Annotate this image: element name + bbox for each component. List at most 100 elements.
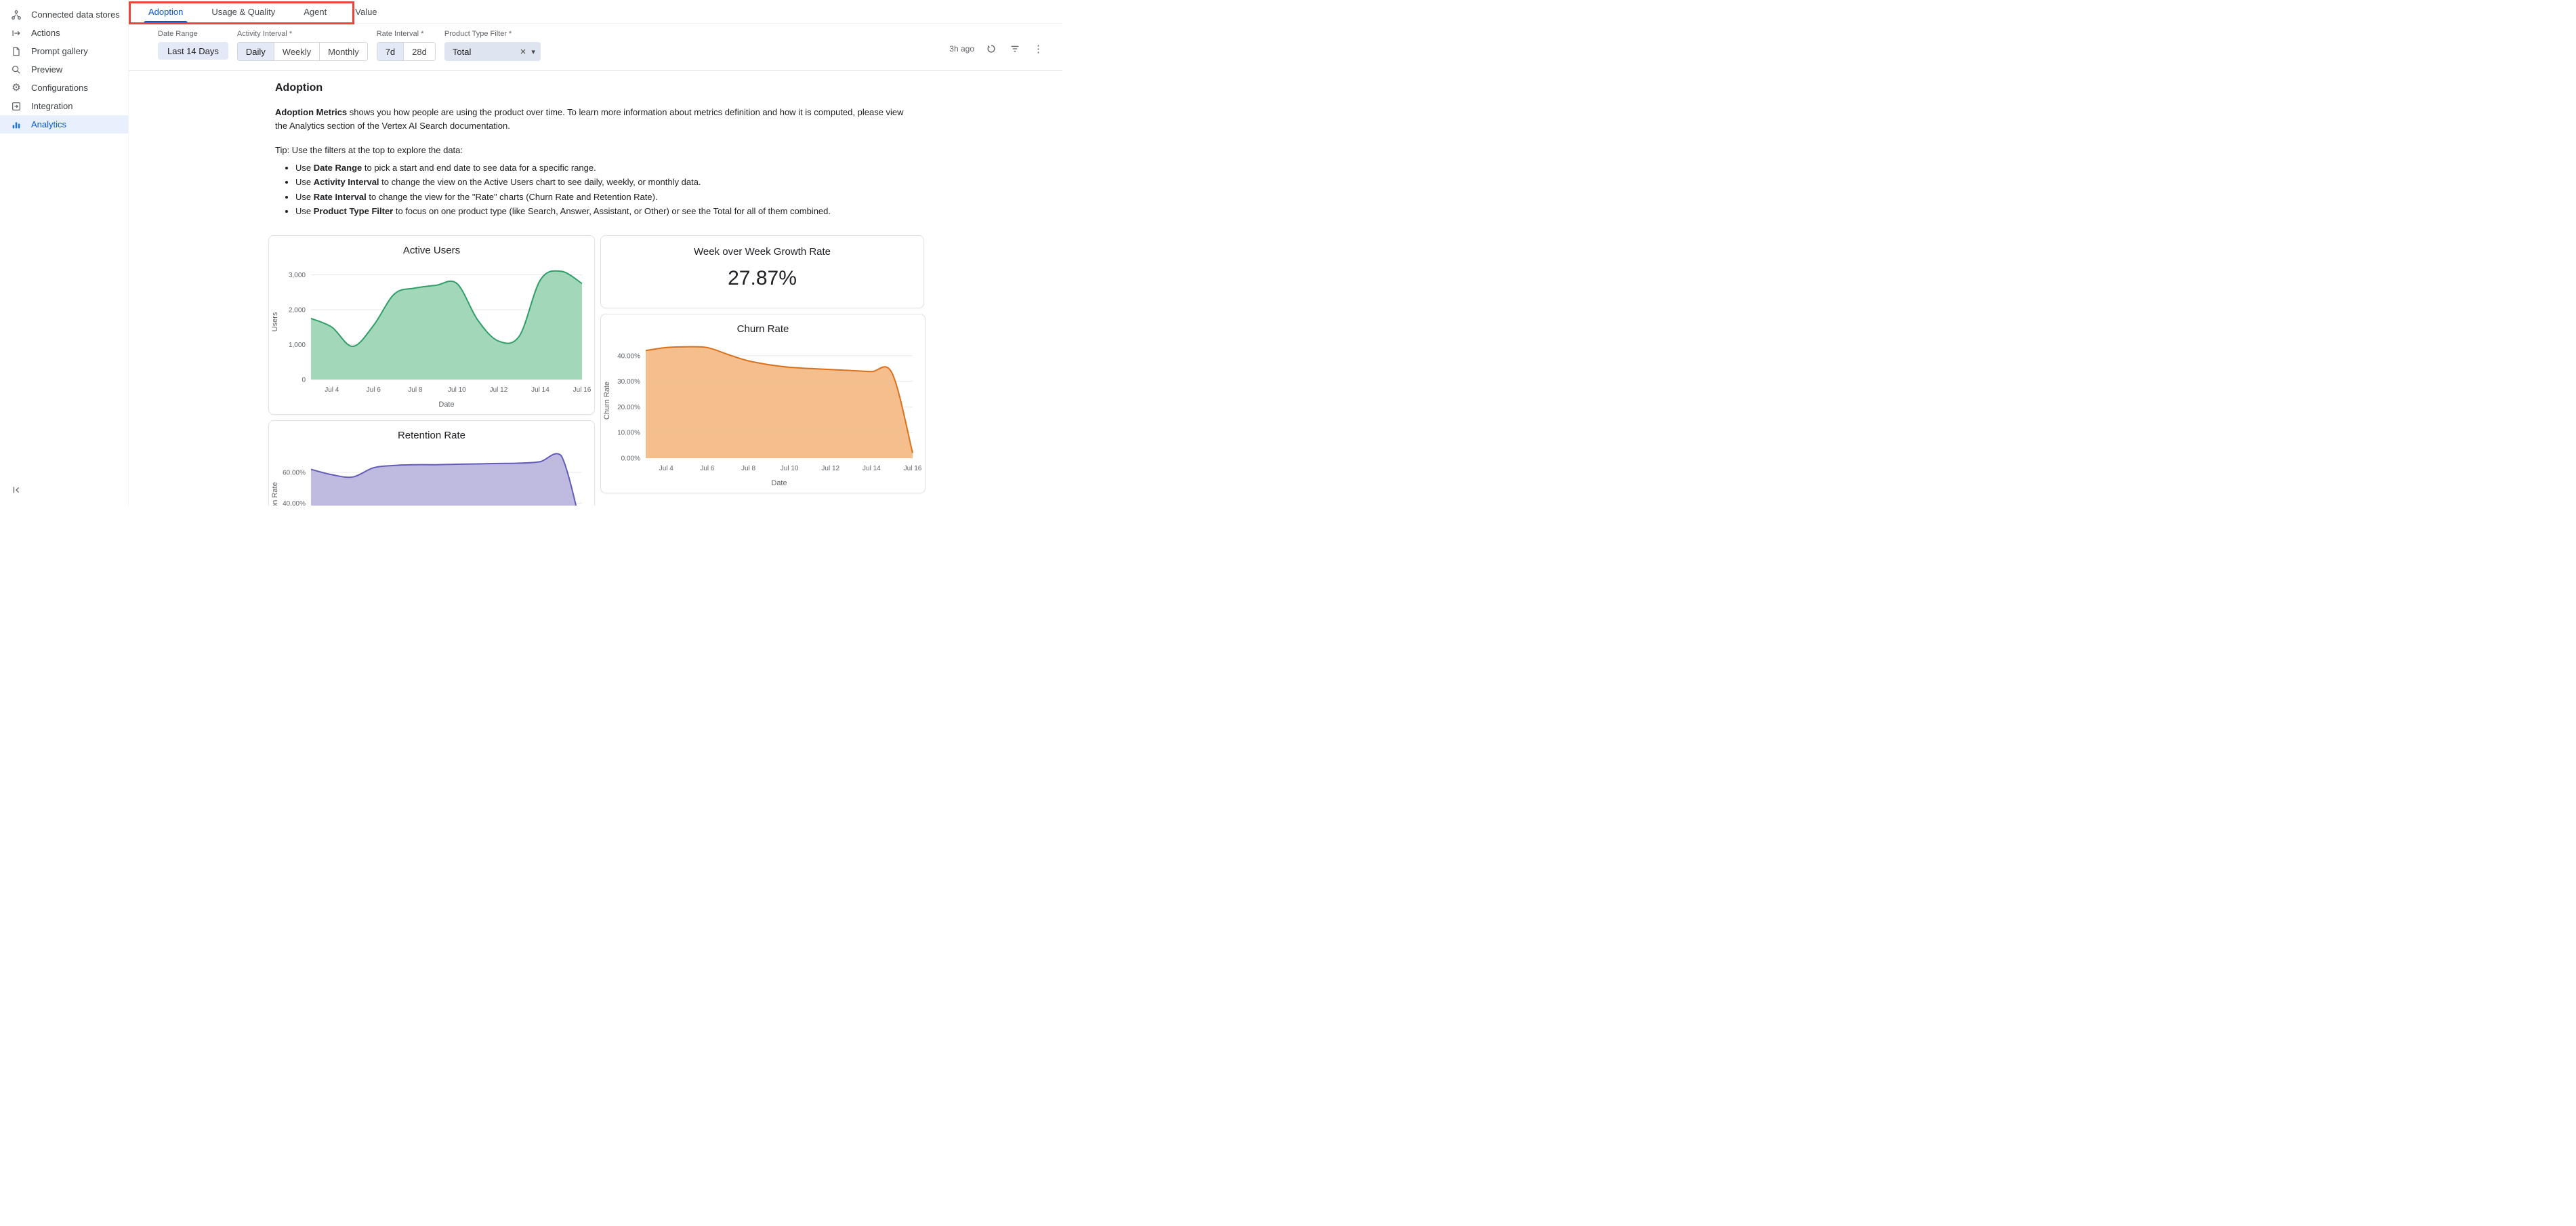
tab-adoption[interactable]: Adoption xyxy=(134,0,197,23)
svg-text:2,000: 2,000 xyxy=(289,307,306,314)
svg-text:Date: Date xyxy=(438,401,454,409)
sidebar-item-integration[interactable]: Integration xyxy=(0,97,128,115)
rate-interval-7d-button[interactable]: 7d xyxy=(377,43,403,60)
svg-text:Jul 8: Jul 8 xyxy=(408,386,423,394)
product-type-filter-value: Total xyxy=(453,47,515,57)
retention-rate-card: Retention Rate 0.00%20.00%40.00%60.00%Ju… xyxy=(268,420,595,506)
filter-button[interactable] xyxy=(1008,42,1022,56)
sidebar-item-label: Configurations xyxy=(31,83,88,93)
churn-rate-chart: 0.00% 10.00% 20.00% 30.00% 40.00% Jul 4 Jul 6 J… xyxy=(601,338,925,489)
svg-text:0: 0 xyxy=(302,377,306,384)
analytics-icon xyxy=(10,119,22,131)
svg-text:60.00%: 60.00% xyxy=(283,470,306,477)
product-type-filter-dropdown[interactable]: Total × ▾ xyxy=(444,42,541,61)
svg-text:10.00%: 10.00% xyxy=(617,430,640,437)
product-type-filter-group: Product Type Filter * Total × ▾ xyxy=(444,30,541,61)
main-area: Adoption Usage & Quality Agent Value Dat… xyxy=(129,0,1062,506)
sidebar-item-label: Actions xyxy=(31,28,60,38)
activity-interval-daily-button[interactable]: Daily xyxy=(238,43,274,60)
svg-text:20.00%: 20.00% xyxy=(617,404,640,411)
list-item: Use Date Range to pick a start and end d… xyxy=(295,162,1062,174)
refresh-button[interactable] xyxy=(984,42,998,56)
charts-grid: Active Users 01,0002,0003,000Jul 4Jul 6J… xyxy=(268,235,1062,506)
activity-interval-monthly-button[interactable]: Monthly xyxy=(319,43,367,60)
list-item: Use Activity Interval to change the view… xyxy=(295,176,1062,188)
sidebar-nav: Connected data stores Actions Prompt gal… xyxy=(0,5,128,134)
svg-text:Jul 10: Jul 10 xyxy=(781,465,799,472)
sidebar-item-label: Integration xyxy=(31,101,72,111)
svg-text:30.00%: 30.00% xyxy=(617,378,640,386)
activity-interval-weekly-button[interactable]: Weekly xyxy=(274,43,319,60)
content-area: Adoption Adoption Metrics shows you how … xyxy=(129,71,1062,506)
svg-text:0.00%: 0.00% xyxy=(621,455,640,463)
svg-text:Retention Rate: Retention Rate xyxy=(271,482,279,506)
growth-rate-card: Week over Week Growth Rate 27.87% xyxy=(600,235,924,308)
tab-usage-quality[interactable]: Usage & Quality xyxy=(197,0,289,23)
svg-text:1,000: 1,000 xyxy=(289,342,306,349)
more-options-button[interactable]: ⋮ xyxy=(1032,41,1045,56)
page-title: Adoption xyxy=(275,82,1062,94)
tip-text: Tip: Use the filters at the top to explo… xyxy=(275,145,1062,155)
svg-text:Date: Date xyxy=(771,479,787,487)
svg-text:Jul 16: Jul 16 xyxy=(904,465,922,472)
intro-bold-text: Adoption Metrics xyxy=(275,107,347,117)
chevron-down-icon[interactable]: ▾ xyxy=(531,47,535,56)
svg-text:Jul 8: Jul 8 xyxy=(741,465,756,472)
svg-text:Jul 4: Jul 4 xyxy=(659,465,674,472)
churn-rate-card: Churn Rate 0.00%10.00%20.00%30.00%40.00%… xyxy=(600,314,926,493)
svg-text:Jul 4: Jul 4 xyxy=(325,386,339,394)
integration-icon xyxy=(10,100,22,113)
svg-text:40.00%: 40.00% xyxy=(283,500,306,506)
tab-bar: Adoption Usage & Quality Agent Value xyxy=(129,0,1062,24)
rate-interval-label: Rate Interval * xyxy=(377,30,436,38)
sidebar-item-preview[interactable]: Preview xyxy=(0,60,128,79)
svg-text:40.00%: 40.00% xyxy=(617,352,640,360)
date-range-filter-group: Date Range Last 14 Days xyxy=(158,30,228,60)
sidebar-item-label: Prompt gallery xyxy=(31,46,88,56)
list-item: Use Rate Interval to change the view for… xyxy=(295,191,1062,203)
svg-text:Jul 14: Jul 14 xyxy=(863,465,881,472)
active-users-card: Active Users 01,0002,0003,000Jul 4Jul 6J… xyxy=(268,235,595,415)
sidebar-item-actions[interactable]: Actions xyxy=(0,24,128,42)
filter-icon xyxy=(1010,43,1020,54)
sidebar-item-label: Analytics xyxy=(31,119,66,129)
svg-text:Users: Users xyxy=(271,312,279,331)
sidebar-item-connected-data-stores[interactable]: Connected data stores xyxy=(0,5,128,24)
chart-title: Retention Rate xyxy=(269,430,594,441)
sidebar-item-analytics[interactable]: Analytics xyxy=(0,115,128,134)
growth-rate-value: 27.87% xyxy=(601,267,923,290)
rate-interval-filter-group: Rate Interval * 7d 28d xyxy=(377,30,436,61)
intro-paragraph: Adoption Metrics shows you how people ar… xyxy=(275,106,905,133)
refresh-icon xyxy=(986,43,997,54)
sidebar-item-prompt-gallery[interactable]: Prompt gallery xyxy=(0,42,128,60)
tab-agent[interactable]: Agent xyxy=(289,0,341,23)
filter-bar-actions: 3h ago ⋮ xyxy=(949,39,1045,58)
tips-list: Use Date Range to pick a start and end d… xyxy=(295,162,1062,218)
svg-text:Jul 12: Jul 12 xyxy=(490,386,508,394)
sidebar-item-configurations[interactable]: ⚙ Configurations xyxy=(0,79,128,97)
list-item: Use Product Type Filter to focus on one … xyxy=(295,205,1062,218)
sidebar-item-label: Preview xyxy=(31,64,62,75)
clear-filter-icon[interactable]: × xyxy=(520,47,526,57)
data-stores-icon xyxy=(10,9,22,21)
collapse-panel-icon xyxy=(11,485,22,495)
svg-text:Jul 12: Jul 12 xyxy=(821,465,839,472)
rate-interval-28d-button[interactable]: 28d xyxy=(403,43,435,60)
prompt-gallery-icon xyxy=(10,45,22,58)
collapse-sidebar-button[interactable] xyxy=(9,483,23,499)
sidebar: Connected data stores Actions Prompt gal… xyxy=(0,0,129,506)
svg-text:Jul 16: Jul 16 xyxy=(573,386,591,394)
retention-rate-chart: 0.00%20.00%40.00%60.00%Jul 4Jul 6Jul 8Ju… xyxy=(269,444,594,506)
product-type-filter-label: Product Type Filter * xyxy=(444,30,541,38)
svg-text:Jul 6: Jul 6 xyxy=(700,465,715,472)
app-window: Connected data stores Actions Prompt gal… xyxy=(0,0,1062,506)
rate-interval-toggle: 7d 28d xyxy=(377,42,436,61)
chart-title: Week over Week Growth Rate xyxy=(601,246,923,258)
configurations-icon: ⚙ xyxy=(10,82,22,94)
date-range-button[interactable]: Last 14 Days xyxy=(158,42,228,60)
date-range-label: Date Range xyxy=(158,30,228,38)
activity-interval-filter-group: Activity Interval * Daily Weekly Monthly xyxy=(237,30,368,61)
tab-value[interactable]: Value xyxy=(341,0,391,23)
svg-text:Jul 6: Jul 6 xyxy=(367,386,381,394)
sidebar-item-label: Connected data stores xyxy=(31,9,120,20)
